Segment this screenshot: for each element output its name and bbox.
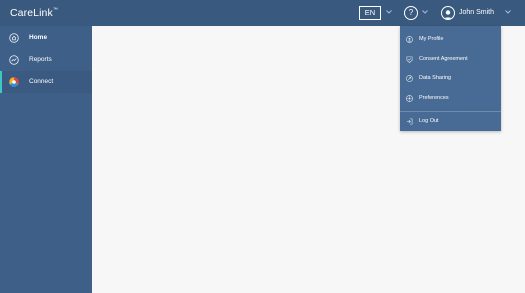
user-name[interactable]: John Smith	[459, 9, 494, 16]
chevron-down-icon[interactable]	[504, 7, 512, 17]
menu-item-preferences[interactable]: Preferences	[400, 90, 501, 108]
sidebar-item-connect[interactable]: Connect	[0, 71, 92, 93]
menu-divider	[400, 111, 501, 112]
menu-item-log-out[interactable]: Log Out	[400, 113, 501, 131]
reports-icon	[9, 55, 19, 65]
sidebar-item-reports[interactable]: Reports	[0, 49, 92, 71]
language-selector[interactable]: EN	[359, 6, 381, 20]
menu-item-label: Data Sharing	[419, 75, 452, 81]
sidebar-item-home[interactable]: Home	[0, 27, 92, 49]
menu-item-data-sharing[interactable]: Data Sharing	[400, 70, 501, 88]
menu-item-my-profile[interactable]: My Profile	[400, 31, 501, 49]
sidebar: Home Reports Connect	[0, 26, 92, 293]
sidebar-item-label: Connect	[29, 78, 54, 85]
help-button[interactable]: ?	[404, 6, 418, 20]
user-menu-dropdown: My Profile Consent Agreement Data Sharin…	[400, 26, 501, 131]
sidebar-item-label: Home	[29, 34, 48, 41]
menu-item-label: Preferences	[419, 95, 449, 101]
menu-item-label: Consent Agreement	[419, 56, 468, 62]
data-sharing-icon	[406, 75, 413, 82]
chevron-down-icon[interactable]	[385, 7, 393, 17]
menu-item-label: My Profile	[419, 36, 444, 42]
avatar[interactable]	[441, 6, 455, 20]
connect-icon	[9, 77, 19, 87]
active-indicator	[0, 71, 2, 93]
chevron-down-icon[interactable]	[421, 7, 429, 17]
user-icon	[443, 10, 453, 19]
sidebar-item-label: Reports	[29, 56, 52, 63]
consent-icon	[406, 56, 413, 63]
logout-icon	[406, 118, 413, 125]
home-icon	[9, 33, 19, 43]
menu-item-consent-agreement[interactable]: Consent Agreement	[400, 51, 501, 69]
preferences-icon	[406, 95, 413, 102]
carelink-logo[interactable]: CareLink™	[10, 7, 58, 20]
profile-icon	[406, 36, 413, 43]
top-bar: CareLink™ EN ? John Smith	[0, 0, 525, 26]
menu-item-label: Log Out	[419, 118, 439, 124]
